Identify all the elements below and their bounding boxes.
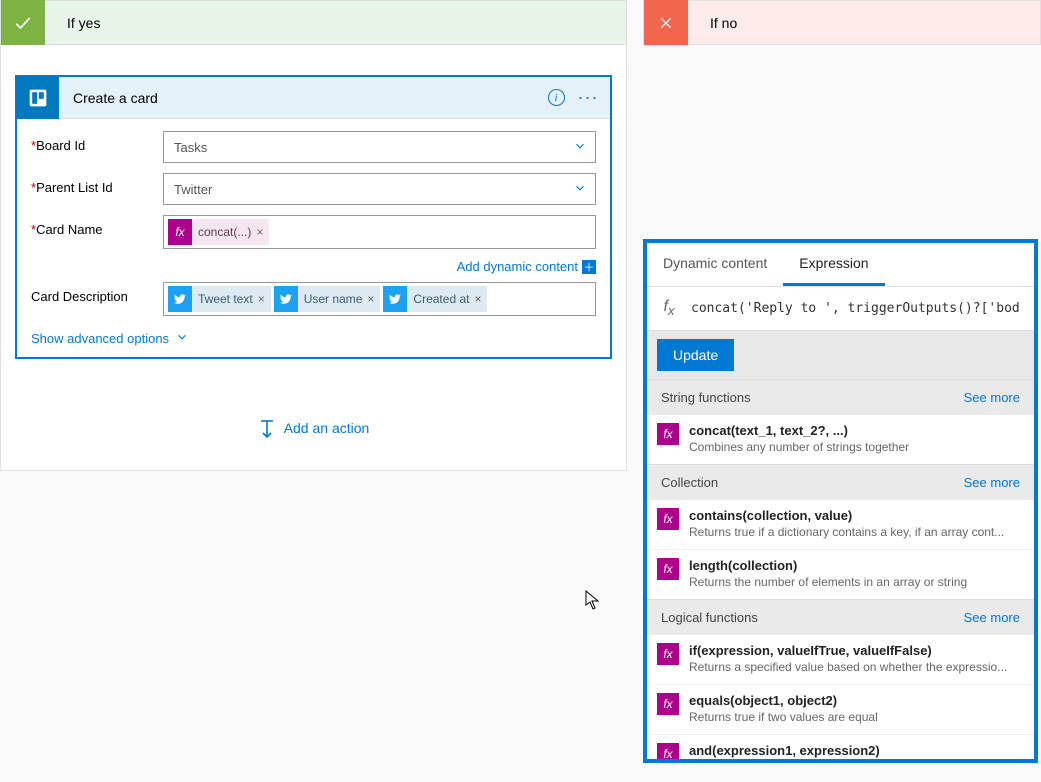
function-item[interactable]: fx and(expression1, expression2) Returns…: [647, 735, 1034, 759]
tab-expression[interactable]: Expression: [783, 243, 884, 286]
dynamic-token[interactable]: Tweet text ×: [168, 286, 271, 312]
chevron-down-icon: [175, 330, 189, 347]
update-button[interactable]: Update: [657, 339, 734, 371]
function-description: Returns true if two values are equal: [689, 710, 1024, 724]
dynamic-token[interactable]: Created at ×: [383, 286, 487, 312]
checkmark-icon: [1, 0, 45, 45]
if-yes-branch-header[interactable]: If yes: [0, 0, 627, 45]
card-name-input[interactable]: fx concat(...) ×: [163, 215, 596, 249]
tab-dynamic-content[interactable]: Dynamic content: [647, 243, 783, 286]
token-label: concat(...): [198, 225, 251, 239]
if-yes-label: If yes: [45, 15, 100, 31]
see-more-link[interactable]: See more: [964, 475, 1020, 490]
trello-icon: [17, 77, 59, 119]
dynamic-token[interactable]: User name ×: [274, 286, 381, 312]
twitter-icon: [383, 286, 407, 312]
close-icon: [644, 0, 688, 45]
function-item[interactable]: fx concat(text_1, text_2?, ...) Combines…: [647, 415, 1034, 464]
chevron-down-icon: [573, 139, 587, 156]
parent-list-id-select[interactable]: Twitter: [163, 173, 596, 205]
token-label: Created at: [413, 292, 469, 306]
if-no-label: If no: [688, 15, 737, 31]
board-id-value: Tasks: [174, 140, 207, 155]
remove-token-icon[interactable]: ×: [256, 225, 263, 239]
twitter-icon: [274, 286, 298, 312]
fx-icon: fx: [168, 219, 192, 245]
card-description-label: Card Description: [31, 289, 128, 304]
show-advanced-options-link[interactable]: Show advanced options: [31, 330, 596, 347]
action-card-body: *Board Id Tasks *Parent List Id Twitter: [17, 119, 610, 357]
token-label: User name: [304, 292, 363, 306]
function-signature: contains(collection, value): [689, 508, 1024, 523]
plus-icon: ＋: [582, 260, 596, 274]
section-header-collection: Collection See more: [647, 464, 1034, 500]
fx-icon: fx: [657, 508, 679, 530]
function-signature: length(collection): [689, 558, 1024, 573]
fx-icon: fx: [647, 298, 691, 318]
card-name-label: Card Name: [36, 222, 102, 237]
if-no-branch-header[interactable]: If no: [643, 0, 1041, 45]
remove-token-icon[interactable]: ×: [258, 292, 265, 306]
param-card-name: *Card Name fx concat(...) ×: [31, 215, 596, 249]
create-card-action: Create a card i ··· *Board Id Tasks *Par…: [15, 75, 612, 359]
see-more-link[interactable]: See more: [964, 610, 1020, 625]
add-action-button[interactable]: Add an action: [258, 419, 370, 437]
function-description: Returns a specified value based on wheth…: [689, 660, 1024, 674]
function-description: Returns true if a dictionary contains a …: [689, 525, 1024, 539]
function-description: Returns the number of elements in an arr…: [689, 575, 1024, 589]
fx-icon: fx: [657, 643, 679, 665]
action-card-title: Create a card: [59, 90, 546, 106]
token-label: Tweet text: [198, 292, 253, 306]
function-signature: and(expression1, expression2): [689, 743, 1024, 758]
section-header-logical: Logical functions See more: [647, 599, 1034, 635]
parent-list-id-value: Twitter: [174, 182, 212, 197]
expression-tabs: Dynamic content Expression: [647, 243, 1034, 287]
param-parent-list-id: *Parent List Id Twitter: [31, 173, 596, 205]
info-icon[interactable]: i: [546, 88, 566, 108]
expression-input[interactable]: [691, 287, 1034, 330]
expression-token[interactable]: fx concat(...) ×: [168, 219, 269, 245]
board-id-label: Board Id: [36, 138, 85, 153]
fx-icon: fx: [657, 743, 679, 759]
fx-icon: fx: [657, 423, 679, 445]
remove-token-icon[interactable]: ×: [474, 292, 481, 306]
see-more-link[interactable]: See more: [964, 390, 1020, 405]
function-item[interactable]: fx contains(collection, value) Returns t…: [647, 500, 1034, 550]
board-id-select[interactable]: Tasks: [163, 131, 596, 163]
mouse-cursor-icon: [585, 590, 601, 610]
fx-icon: fx: [657, 558, 679, 580]
function-item[interactable]: fx length(collection) Returns the number…: [647, 550, 1034, 599]
function-item[interactable]: fx if(expression, valueIfTrue, valueIfFa…: [647, 635, 1034, 685]
if-yes-branch-body: Create a card i ··· *Board Id Tasks *Par…: [0, 45, 627, 471]
function-signature: concat(text_1, text_2?, ...): [689, 423, 1024, 438]
remove-token-icon[interactable]: ×: [367, 292, 374, 306]
param-card-description: Card Description Tweet text × User name …: [31, 282, 596, 316]
section-header-string: String functions See more: [647, 379, 1034, 415]
function-description: Combines any number of strings together: [689, 440, 1024, 454]
more-icon[interactable]: ···: [578, 88, 598, 108]
parent-list-id-label: Parent List Id: [36, 180, 113, 195]
add-dynamic-content-link[interactable]: Add dynamic content ＋: [457, 259, 596, 274]
create-card-header[interactable]: Create a card i ···: [17, 77, 610, 119]
card-description-input[interactable]: Tweet text × User name × Created at ×: [163, 282, 596, 316]
function-item[interactable]: fx equals(object1, object2) Returns true…: [647, 685, 1034, 735]
param-board-id: *Board Id Tasks: [31, 131, 596, 163]
function-signature: if(expression, valueIfTrue, valueIfFalse…: [689, 643, 1024, 658]
function-signature: equals(object1, object2): [689, 693, 1024, 708]
chevron-down-icon: [573, 181, 587, 198]
fx-icon: fx: [657, 693, 679, 715]
expression-panel: Dynamic content Expression fx Update Str…: [643, 239, 1038, 763]
expression-input-row: fx: [647, 287, 1034, 331]
function-list: String functions See more fx concat(text…: [647, 379, 1034, 759]
insert-step-icon: [258, 419, 274, 437]
twitter-icon: [168, 286, 192, 312]
